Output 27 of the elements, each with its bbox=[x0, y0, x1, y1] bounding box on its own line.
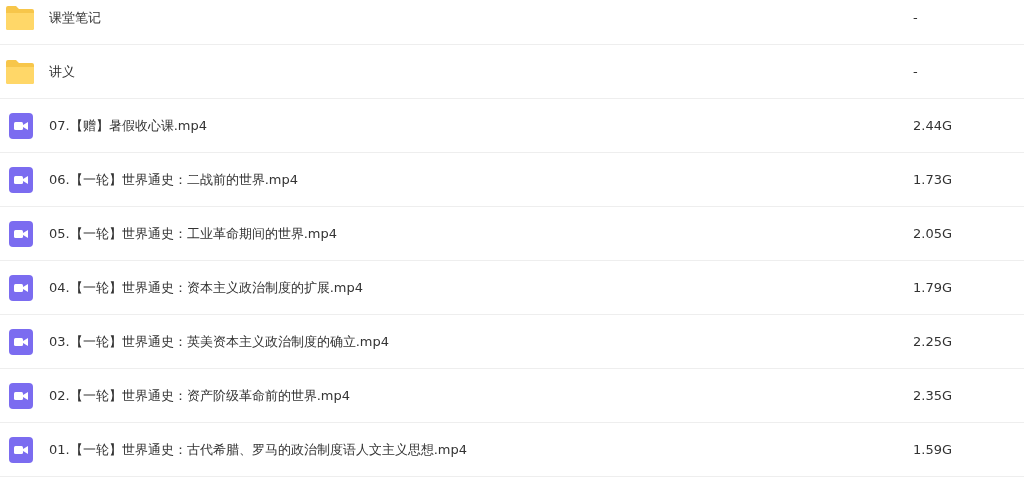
video-icon bbox=[8, 274, 33, 301]
file-name[interactable]: 04.【一轮】世界通史：资本主义政治制度的扩展.mp4 bbox=[49, 278, 913, 297]
file-name[interactable]: 07.【赠】暑假收心课.mp4 bbox=[49, 116, 913, 135]
file-name[interactable]: 课堂笔记 bbox=[49, 8, 913, 27]
file-size: 1.73G bbox=[913, 172, 954, 187]
file-name[interactable]: 02.【一轮】世界通史：资产阶级革命前的世界.mp4 bbox=[49, 386, 913, 405]
video-icon bbox=[8, 112, 33, 139]
folder-icon bbox=[4, 4, 36, 31]
file-size: 2.35G bbox=[913, 388, 954, 403]
file-name[interactable]: 05.【一轮】世界通史：工业革命期间的世界.mp4 bbox=[49, 224, 913, 243]
file-size: 2.44G bbox=[913, 118, 954, 133]
file-size: 1.79G bbox=[913, 280, 954, 295]
folder-icon bbox=[4, 58, 36, 85]
file-name[interactable]: 讲义 bbox=[49, 62, 913, 81]
video-icon bbox=[8, 382, 33, 409]
file-size: 1.59G bbox=[913, 442, 954, 457]
file-name[interactable]: 06.【一轮】世界通史：二战前的世界.mp4 bbox=[49, 170, 913, 189]
file-name[interactable]: 03.【一轮】世界通史：英美资本主义政治制度的确立.mp4 bbox=[49, 332, 913, 351]
video-icon bbox=[8, 436, 33, 463]
file-name[interactable]: 01.【一轮】世界通史：古代希腊、罗马的政治制度语人文主义思想.mp4 bbox=[49, 440, 913, 459]
file-size: - bbox=[913, 10, 919, 25]
video-icon bbox=[8, 166, 33, 193]
file-size: 2.05G bbox=[913, 226, 954, 241]
video-icon bbox=[8, 220, 33, 247]
file-size: - bbox=[913, 64, 919, 79]
file-size: 2.25G bbox=[913, 334, 954, 349]
video-icon bbox=[8, 328, 33, 355]
